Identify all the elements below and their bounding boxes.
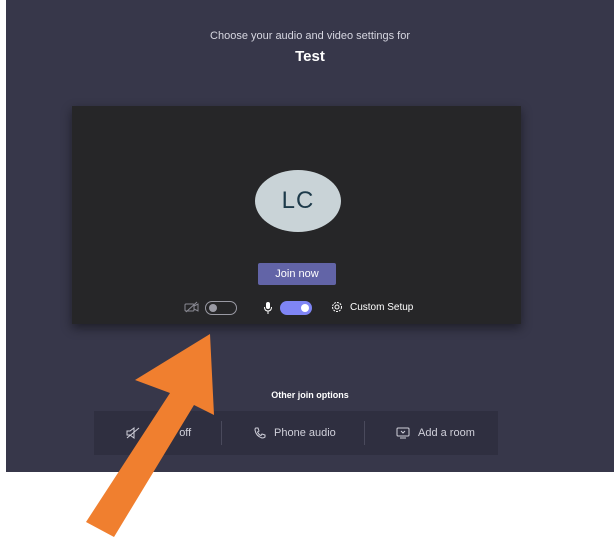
custom-setup-button[interactable]: Custom Setup bbox=[330, 300, 413, 314]
custom-setup-label: Custom Setup bbox=[350, 301, 414, 313]
other-join-options-heading: Other join options bbox=[271, 390, 349, 400]
meeting-title: Test bbox=[295, 48, 325, 65]
join-now-button[interactable]: Join now bbox=[258, 263, 336, 285]
speaker-off-icon bbox=[126, 427, 140, 439]
settings-subtitle: Choose your audio and video settings for bbox=[210, 30, 410, 42]
audio-off-label: Audio off bbox=[148, 427, 192, 439]
avatar: LC bbox=[255, 170, 341, 232]
phone-audio-label: Phone audio bbox=[274, 427, 336, 439]
add-room-label: Add a room bbox=[418, 427, 475, 439]
option-divider bbox=[364, 421, 365, 445]
phone-icon bbox=[254, 427, 266, 439]
microphone-toggle[interactable] bbox=[280, 301, 312, 315]
device-controls: Custom Setup bbox=[72, 299, 521, 317]
audio-off-option[interactable]: Audio off bbox=[126, 411, 191, 455]
camera-toggle-knob bbox=[209, 304, 217, 312]
other-join-options: Audio off Phone audio Add a room bbox=[94, 411, 498, 455]
meeting-prejoin-screen: Choose your audio and video settings for… bbox=[6, 0, 614, 472]
gear-icon bbox=[332, 302, 342, 312]
add-room-option[interactable]: Add a room bbox=[396, 411, 475, 455]
microphone-toggle-knob bbox=[301, 304, 309, 312]
cast-screen-icon bbox=[396, 427, 410, 439]
microphone-icon bbox=[263, 301, 273, 315]
avatar-initials: LC bbox=[281, 187, 315, 214]
camera-off-icon bbox=[184, 301, 200, 313]
option-divider bbox=[221, 421, 222, 445]
video-preview: LC Join now Custom Setup bbox=[72, 106, 521, 324]
phone-audio-option[interactable]: Phone audio bbox=[254, 411, 336, 455]
camera-toggle[interactable] bbox=[205, 301, 237, 315]
